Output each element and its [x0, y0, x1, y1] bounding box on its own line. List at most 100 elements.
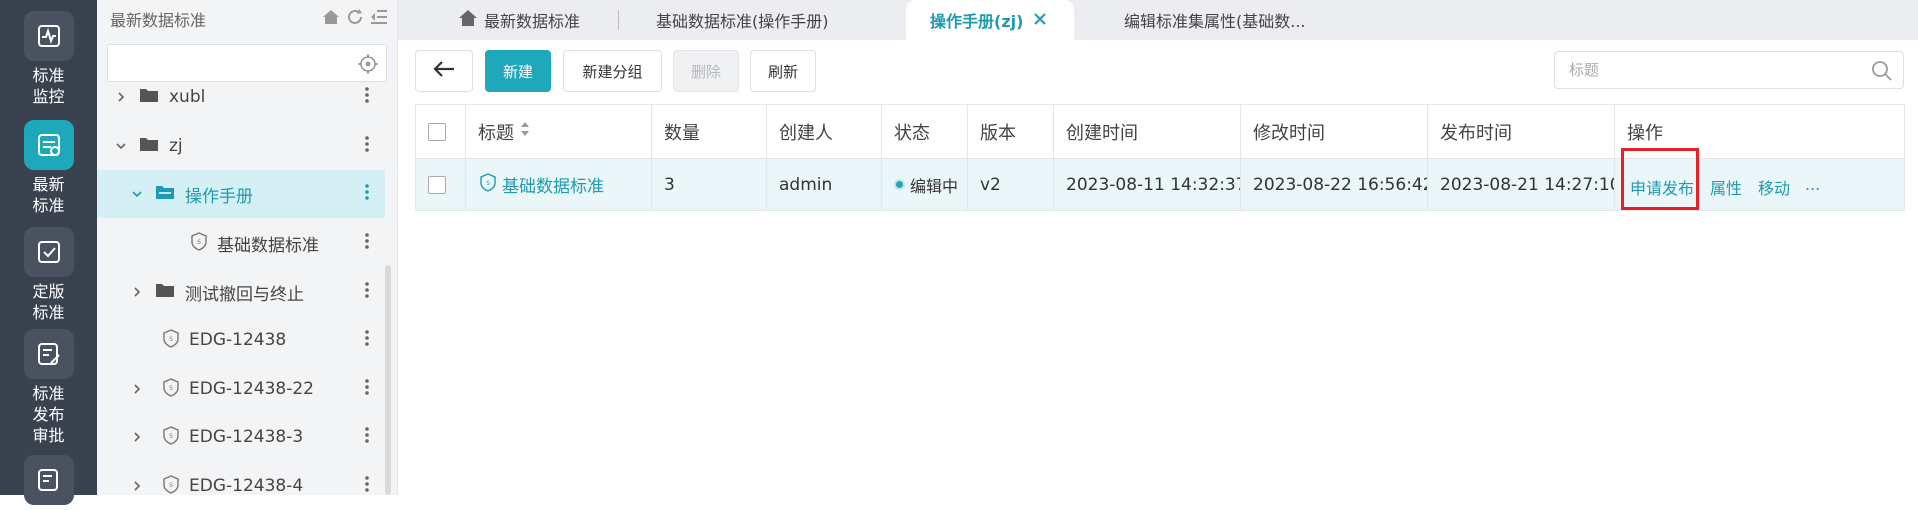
tree-node-label: EDG-12438-4 [189, 476, 304, 496]
tree-node-edg-12438-4[interactable]: S EDG-12438-4 [97, 462, 385, 510]
row-checkbox[interactable] [428, 175, 446, 194]
chevron-right-icon[interactable] [125, 425, 149, 449]
tab-label: 最新数据标准 [484, 12, 581, 31]
row-count: 3 [652, 159, 767, 210]
header-published-time: 发布时间 [1428, 105, 1615, 158]
more-vertical-icon[interactable] [365, 427, 369, 448]
title-search-box [1554, 51, 1904, 89]
standard-set-icon: S [161, 377, 181, 402]
more-vertical-icon[interactable] [365, 330, 369, 351]
more-vertical-icon[interactable] [365, 233, 369, 254]
refresh-icon[interactable] [345, 7, 365, 31]
tree-node-label: 测试撤回与终止 [185, 284, 304, 305]
chevron-right-icon[interactable] [125, 280, 149, 304]
row-published-time: 2023-08-21 14:27:10 [1428, 159, 1615, 210]
row-status-cell: 编辑中 [882, 159, 968, 210]
tab-basic-data-standard[interactable]: 基础数据标准(操作手册) [656, 0, 829, 40]
more-vertical-icon[interactable] [365, 379, 369, 400]
highlight-box [1621, 148, 1699, 210]
tab-latest-data-standard[interactable]: 最新数据标准 [458, 0, 580, 40]
row-title-cell: S 基础数据标准 [466, 159, 652, 210]
more-vertical-icon[interactable] [365, 476, 369, 497]
more-vertical-icon[interactable] [365, 136, 369, 157]
select-all-checkbox[interactable] [428, 122, 446, 141]
tree-node-label: EDG-12438-3 [189, 427, 304, 447]
rail-label: 最新 标准 [32, 175, 65, 215]
tab-operation-manual[interactable]: 操作手册(zj) [906, 0, 1074, 40]
left-nav-rail: 标准 监控 最新 标准 定版 标准 标准 发布 审批 [0, 0, 97, 505]
rail-item-publish-approval[interactable]: 标准 发布 审批 [0, 329, 97, 446]
chevron-down-icon[interactable] [109, 134, 133, 158]
tab-label: 基础数据标准(操作手册) [656, 12, 829, 31]
tree-header: 最新数据标准 [97, 0, 397, 38]
rail-item-document-edit[interactable] [0, 455, 97, 505]
rail-item-finalized-standard[interactable]: 定版 标准 [0, 227, 97, 323]
svg-text:S: S [197, 239, 201, 246]
rail-label: 标准 发布 审批 [32, 384, 65, 445]
row-select-cell [416, 159, 466, 210]
delete-button[interactable]: 删除 [673, 50, 739, 92]
tree-node-label: xubl [169, 87, 206, 107]
tree-node-basic-data-standard[interactable]: S 基础数据标准 [97, 219, 385, 267]
tree-node-zj[interactable]: zj [97, 122, 385, 170]
move-link[interactable]: 移动 [1758, 175, 1790, 199]
tree-node-edg-12438-3[interactable]: S EDG-12438-3 [97, 413, 385, 461]
chevron-down-icon[interactable] [125, 182, 149, 206]
tab-edit-standard-set-properties[interactable]: 编辑标准集属性(基础数... [1124, 0, 1306, 40]
svg-text:S: S [169, 433, 173, 440]
chevron-right-icon[interactable] [125, 377, 149, 401]
tree-title: 最新数据标准 [110, 11, 207, 30]
standard-set-icon: S [161, 425, 181, 450]
row-creator: admin [767, 159, 882, 210]
header-creator: 创建人 [767, 105, 882, 158]
tree-node-edg-12438-22[interactable]: S EDG-12438-22 [97, 365, 385, 413]
tab-divider [618, 10, 619, 30]
folder-open-icon [155, 184, 175, 205]
tree-node-test-withdraw[interactable]: 测试撤回与终止 [97, 268, 385, 316]
chevron-right-icon[interactable] [109, 85, 133, 109]
svg-text:S: S [169, 482, 173, 489]
collapse-menu-icon[interactable] [369, 7, 389, 31]
more-vertical-icon[interactable] [365, 184, 369, 205]
sort-icon[interactable] [520, 121, 530, 142]
rail-label: 定版 标准 [32, 282, 65, 322]
tree-node-label: zj [169, 136, 183, 156]
tree-node-xubl[interactable]: xubl [97, 73, 385, 121]
tree-scrollbar[interactable] [385, 265, 391, 495]
header-version: 版本 [968, 105, 1054, 158]
document-edit-icon [23, 455, 74, 505]
rail-item-latest-standard[interactable]: 最新 标准 [0, 120, 97, 216]
row-version: v2 [968, 159, 1054, 210]
search-icon[interactable] [1871, 60, 1893, 86]
properties-link[interactable]: 属性 [1710, 175, 1742, 199]
standard-set-icon: S [189, 231, 209, 256]
svg-text:S: S [169, 385, 173, 392]
tree-node-operation-manual[interactable]: 操作手册 [97, 170, 385, 218]
tree-node-label: EDG-12438-22 [189, 379, 314, 399]
rail-item-monitor[interactable]: 标准 监控 [0, 11, 97, 107]
title-search-input[interactable] [1567, 60, 1847, 80]
header-select-cell [416, 105, 466, 158]
tree-node-edg-12438[interactable]: S EDG-12438 [97, 316, 385, 364]
new-group-button[interactable]: 新建分组 [563, 50, 662, 92]
new-button[interactable]: 新建 [485, 50, 551, 92]
header-title[interactable]: 标题 [466, 105, 652, 158]
tree-node-label: EDG-12438 [189, 330, 287, 350]
tree-node-label: 基础数据标准 [217, 235, 319, 256]
refresh-button[interactable]: 刷新 [750, 50, 816, 92]
folder-icon [139, 136, 159, 157]
folder-icon [139, 87, 159, 108]
tab-bar: 最新数据标准 基础数据标准(操作手册) 操作手册(zj) 编辑标准集属性(基础数… [398, 0, 1918, 40]
close-icon[interactable] [1033, 11, 1047, 30]
row-title-link[interactable]: 基础数据标准 [502, 172, 604, 197]
more-actions-link[interactable]: ... [1805, 175, 1820, 194]
more-vertical-icon[interactable] [365, 87, 369, 108]
header-count: 数量 [652, 105, 767, 158]
back-button[interactable] [415, 50, 473, 92]
tab-label: 操作手册(zj) [930, 12, 1024, 31]
row-created-time: 2023-08-11 14:32:37 [1054, 159, 1241, 210]
more-vertical-icon[interactable] [365, 282, 369, 303]
chevron-right-icon[interactable] [125, 474, 149, 498]
header-label: 标题 [478, 122, 514, 144]
home-icon[interactable] [321, 7, 341, 31]
